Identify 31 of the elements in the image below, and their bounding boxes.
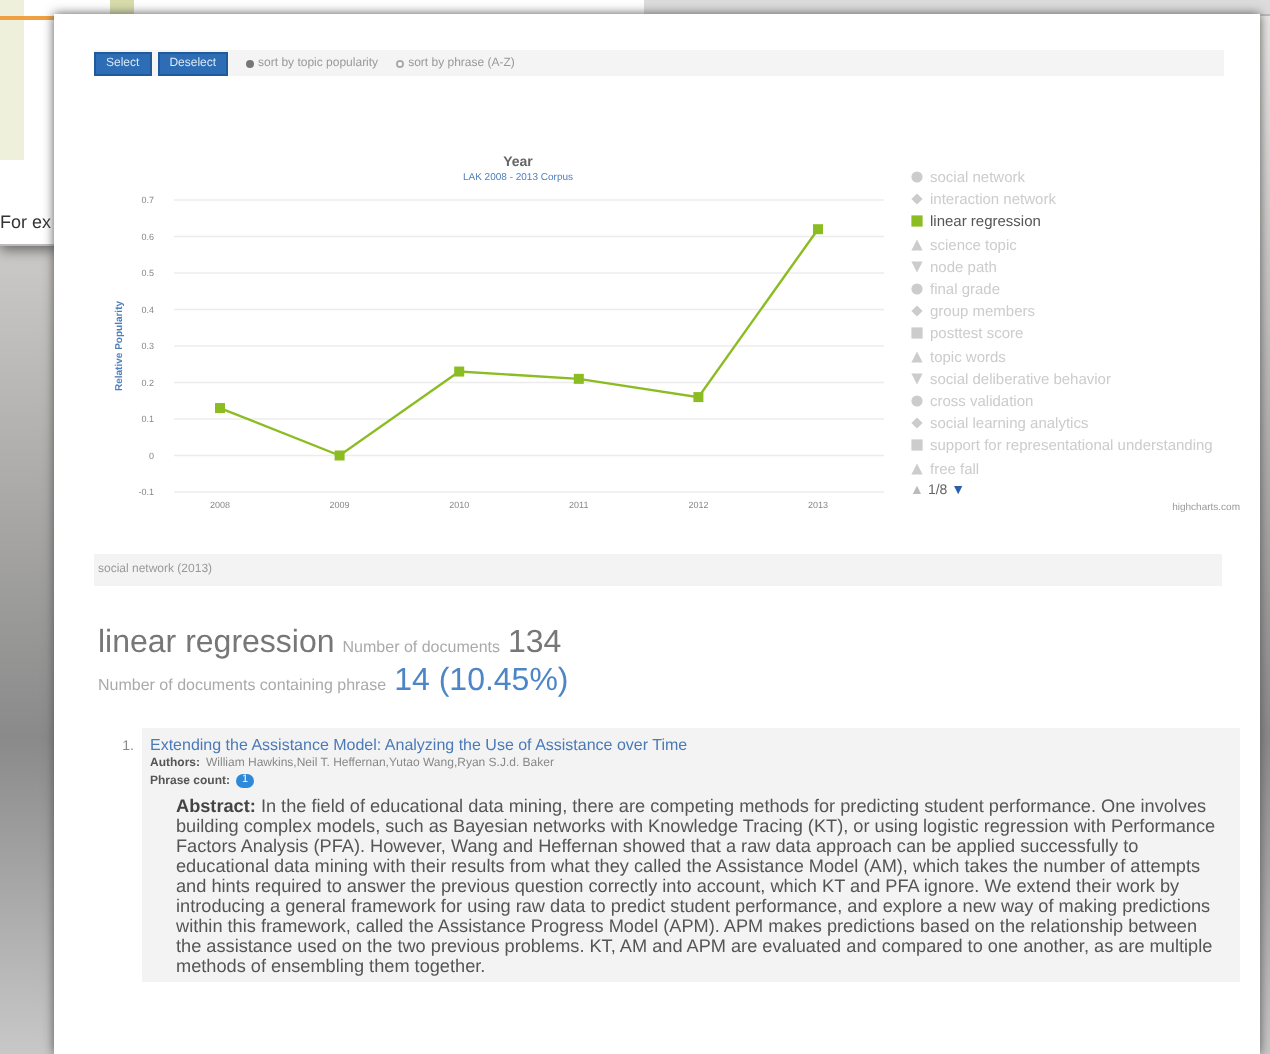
data-point[interactable] <box>813 224 823 235</box>
data-point[interactable] <box>454 366 465 377</box>
legend-marker-icon <box>910 393 924 408</box>
data-point[interactable] <box>334 450 345 461</box>
legend-marker-icon <box>910 170 924 185</box>
data-point[interactable] <box>573 373 584 384</box>
legend-marker-icon <box>910 438 924 453</box>
document-title-link[interactable]: Extending the Assistance Model: Analyzing the Use of Assistance over Time <box>150 736 1220 754</box>
legend-marker-icon <box>910 192 924 207</box>
data-point[interactable] <box>215 403 225 414</box>
accent-line <box>0 16 60 20</box>
legend-marker-icon <box>910 237 924 252</box>
legend-marker-icon <box>910 416 924 431</box>
containing-label: Number of documents containing phrase <box>98 676 387 694</box>
containing-count: 14 (10.45%) <box>394 664 569 700</box>
legend-marker-icon <box>910 259 924 274</box>
page-text: For ex <box>0 212 52 232</box>
data-point[interactable] <box>693 392 704 403</box>
documents-count: 134 <box>507 626 562 662</box>
phrase-heading: linear regression <box>98 626 335 662</box>
legend-marker-icon <box>910 371 924 386</box>
radio-icon[interactable] <box>246 59 255 67</box>
legend-marker-icon <box>910 461 924 476</box>
legend-marker-icon <box>910 326 924 341</box>
documents-label: Number of documents <box>342 638 500 656</box>
legend-marker-icon <box>910 304 924 319</box>
legend-marker-icon <box>910 282 924 297</box>
legend-marker-icon <box>910 214 924 229</box>
radio-icon[interactable] <box>396 59 405 67</box>
abstract-text: Abstract: In the field of educational data mining, there are competing methods for predicting student performance. One involves building complex models, such as Bayesian networks with Knowledge Tracing (KT), or using logistic regression with Performance Factors Analysis (PFA). However, Wang and Heffernan showed that a raw data approach can be applied successfully to educational data mining with their results from what they called the Assistance Model (AM), which takes the number of attempts and hints required to answer the previous question correctly into account, which KT and PFA ignore. We extend their work by introducing a general framework for using raw data to predict student performance, and explore a new way of making predictions within this framework, called the Assistance Progress Model (APM). APM makes predictions based on the relationship between the assistance used on the two previous problems. KT, AM and APM are evaluated and compared to one another, as are multiple methods of ensembling them together. <box>176 796 1218 976</box>
legend-marker-icon <box>910 349 924 364</box>
